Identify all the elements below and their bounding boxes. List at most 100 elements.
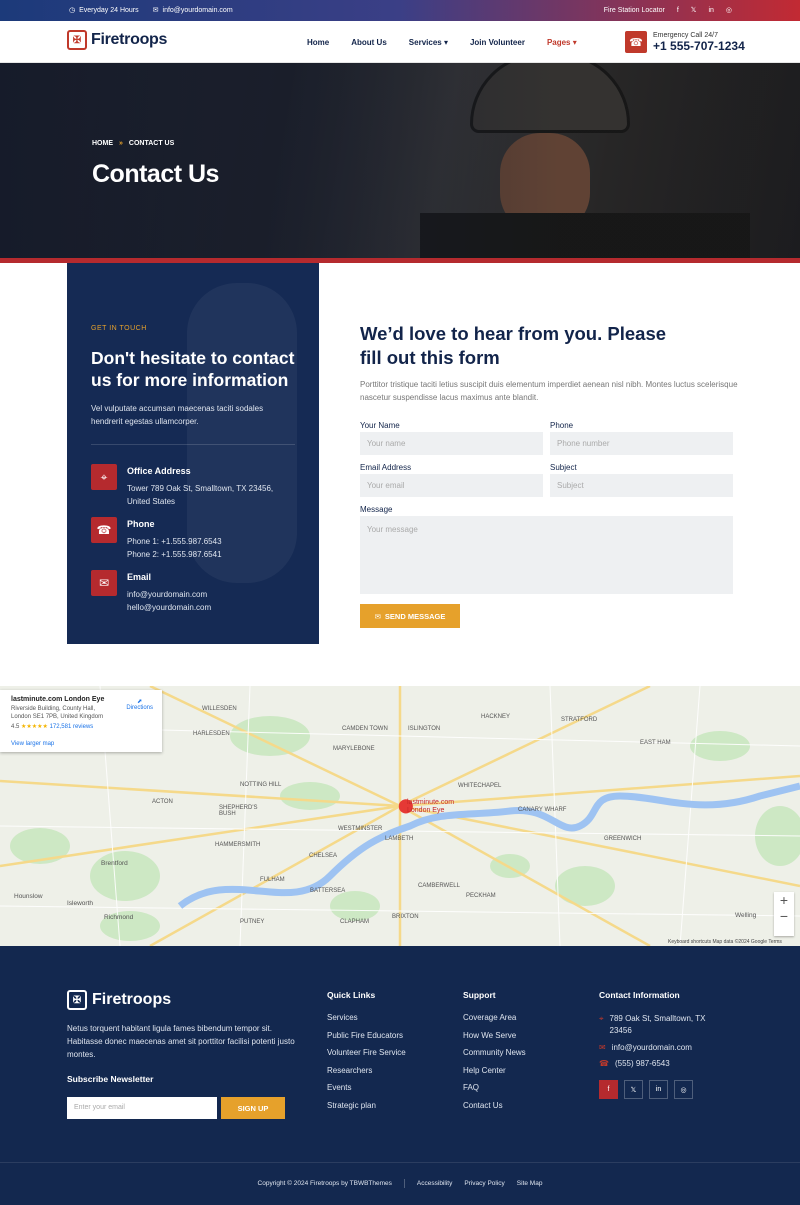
hours-info: ◷ Everyday 24 Hours	[69, 6, 139, 14]
footer-link[interactable]: Events	[327, 1083, 406, 1092]
nav-pages[interactable]: Pages ▾	[547, 38, 577, 47]
map-zoom-controls: + −	[774, 892, 794, 936]
contact-info-column: Contact Information	[599, 990, 680, 1000]
office-address-item: ⌖ Office Address Tower 789 Oak St, Small…	[91, 464, 273, 508]
footer-link[interactable]: Community News	[463, 1048, 526, 1057]
footer-link[interactable]: Researchers	[327, 1066, 406, 1075]
footer-logo[interactable]: ✠ Firetroops	[67, 990, 171, 1010]
rating-stars: ★★★★★	[21, 724, 48, 730]
footer-link[interactable]: Contact Us	[463, 1101, 526, 1110]
facebook-icon[interactable]: f	[677, 7, 679, 14]
map-pin-label: lastminute.com London Eye	[407, 799, 455, 814]
caret-down-icon: ▾	[443, 38, 448, 47]
nav-home[interactable]: Home	[307, 38, 329, 47]
email-input[interactable]: Your email	[360, 474, 543, 497]
footer-link[interactable]: Volunteer Fire Service	[327, 1048, 406, 1057]
copyright-bar: Copyright © 2024 Firetroops by TBWBTheme…	[0, 1179, 800, 1188]
emergency-call[interactable]: ☎ Emergency Call 24/7 +1 555-707-1234	[625, 31, 745, 53]
newsletter-heading: Subscribe Newsletter	[67, 1074, 154, 1084]
phone-input[interactable]: Phone number	[550, 432, 733, 455]
breadcrumb-home[interactable]: HOME	[92, 140, 113, 147]
breadcrumb: HOME » CONTACT US	[92, 140, 174, 147]
support-column: Support Coverage Area How We Serve Commu…	[463, 990, 526, 1110]
send-message-button[interactable]: ✉ SEND MESSAGE	[360, 604, 460, 628]
envelope-icon: ✉	[91, 570, 117, 596]
station-locator-link[interactable]: Fire Station Locator	[604, 7, 665, 14]
brand-logo[interactable]: ✠ Firetroops	[67, 30, 167, 50]
view-larger-map-link[interactable]: View larger map	[11, 741, 54, 747]
place-address: Riverside Building, County Hall, London …	[11, 706, 104, 720]
x-icon[interactable]: 𝕏	[691, 6, 697, 14]
footer-link[interactable]: How We Serve	[463, 1031, 526, 1040]
caret-down-icon: ▾	[572, 38, 577, 47]
footer-socials: f 𝕏 in ◎	[599, 1080, 693, 1099]
subject-label: Subject	[550, 463, 577, 472]
reviews-link[interactable]: 172,581 reviews	[50, 724, 94, 730]
page-title: Contact Us	[92, 160, 219, 188]
signup-button[interactable]: SIGN UP	[221, 1097, 285, 1119]
newsletter-email-input[interactable]: Enter your email	[67, 1097, 217, 1119]
breadcrumb-separator: »	[119, 140, 123, 147]
nav-about[interactable]: About Us	[351, 38, 387, 47]
form-title: We’d love to hear from you. Please fill …	[360, 323, 667, 368]
mail-icon: ✉	[152, 6, 159, 14]
nav-join[interactable]: Join Volunteer	[470, 38, 525, 47]
facebook-icon[interactable]: f	[599, 1080, 618, 1099]
directions-button[interactable]: ⬈ Directions	[126, 698, 153, 711]
email-link[interactable]: hello@yourdomain.com	[127, 601, 211, 614]
message-label: Message	[360, 505, 393, 514]
accessibility-link[interactable]: Accessibility	[417, 1180, 452, 1187]
zoom-out-button[interactable]: −	[774, 908, 794, 924]
nav-services[interactable]: Services ▾	[409, 38, 448, 47]
card-title: Don't hesitate to contact us for more in…	[91, 348, 295, 390]
linkedin-icon[interactable]: in	[649, 1080, 668, 1099]
instagram-icon[interactable]: ◎	[674, 1080, 693, 1099]
footer-link[interactable]: Coverage Area	[463, 1013, 526, 1022]
clock-icon: ◷	[69, 6, 76, 14]
footer-link[interactable]: Public Fire Educators	[327, 1031, 406, 1040]
site-footer: ✠ Firetroops Netus torquent habitant lig…	[0, 946, 800, 1205]
email-item: ✉ Email info@yourdomain.com hello@yourdo…	[91, 570, 211, 614]
firetroops-logo-icon: ✠	[67, 30, 87, 50]
email-label: Email Address	[360, 463, 412, 472]
map-pin-icon: ⌖	[91, 464, 117, 490]
linkedin-icon[interactable]: in	[708, 7, 713, 14]
instagram-icon[interactable]: ◎	[726, 6, 732, 14]
footer-link[interactable]: FAQ	[463, 1083, 526, 1092]
firetroops-logo-icon: ✠	[67, 990, 87, 1010]
phone-label: Phone	[550, 421, 574, 430]
footer-address: ⌖ 789 Oak St, Smalltown, TX 23456	[599, 1014, 706, 1035]
footer-email[interactable]: ✉ info@yourdomain.com	[599, 1042, 692, 1054]
phone-icon: ☎	[625, 31, 647, 53]
footer-link[interactable]: Services	[327, 1013, 406, 1022]
email-link[interactable]: info@yourdomain.com	[127, 588, 211, 601]
map-place-card: lastminute.com London Eye Riverside Buil…	[0, 690, 162, 752]
sitemap-link[interactable]: Site Map	[517, 1180, 543, 1187]
name-input[interactable]: Your name	[360, 432, 543, 455]
x-icon[interactable]: 𝕏	[624, 1080, 643, 1099]
footer-phone[interactable]: ☎ (555) 987-6543	[599, 1058, 670, 1070]
subject-input[interactable]: Subject	[550, 474, 733, 497]
breadcrumb-current: CONTACT US	[128, 140, 175, 147]
copyright-text: Copyright © 2024 Firetroops by TBWBTheme…	[257, 1180, 392, 1188]
zoom-in-button[interactable]: +	[774, 892, 794, 908]
card-divider	[91, 444, 295, 445]
map-attribution[interactable]: Keyboard shortcuts Map data ©2024 Google…	[668, 939, 782, 945]
footer-link[interactable]: Strategic plan	[327, 1101, 406, 1110]
phone-icon: ☎	[91, 517, 117, 543]
footer-link[interactable]: Help Center	[463, 1066, 526, 1075]
footer-description: Netus torquent habitant ligula fames bib…	[67, 1024, 295, 1059]
quick-links-column: Quick Links Services Public Fire Educato…	[327, 990, 406, 1110]
message-textarea[interactable]: Your message	[360, 516, 733, 594]
privacy-link[interactable]: Privacy Policy	[464, 1180, 504, 1187]
card-description: Vel vulputate accumsan maecenas taciti s…	[91, 404, 264, 426]
main-nav: Home About Us Services ▾ Join Volunteer …	[307, 38, 599, 47]
phone-item: ☎ Phone Phone 1: +1.555.987.6543 Phone 2…	[91, 517, 222, 561]
contact-info-card: GET IN TOUCH Don't hesitate to contact u…	[67, 263, 319, 644]
footer-divider	[0, 1162, 800, 1163]
form-description: Porttitor tristique taciti letius suscip…	[360, 380, 738, 402]
top-bar: ◷ Everyday 24 Hours ✉ info@yourdomain.com …	[0, 0, 800, 21]
card-eyebrow: GET IN TOUCH	[91, 325, 147, 332]
top-email-link[interactable]: ✉ info@yourdomain.com	[153, 6, 233, 14]
send-icon: ✉	[374, 611, 381, 621]
